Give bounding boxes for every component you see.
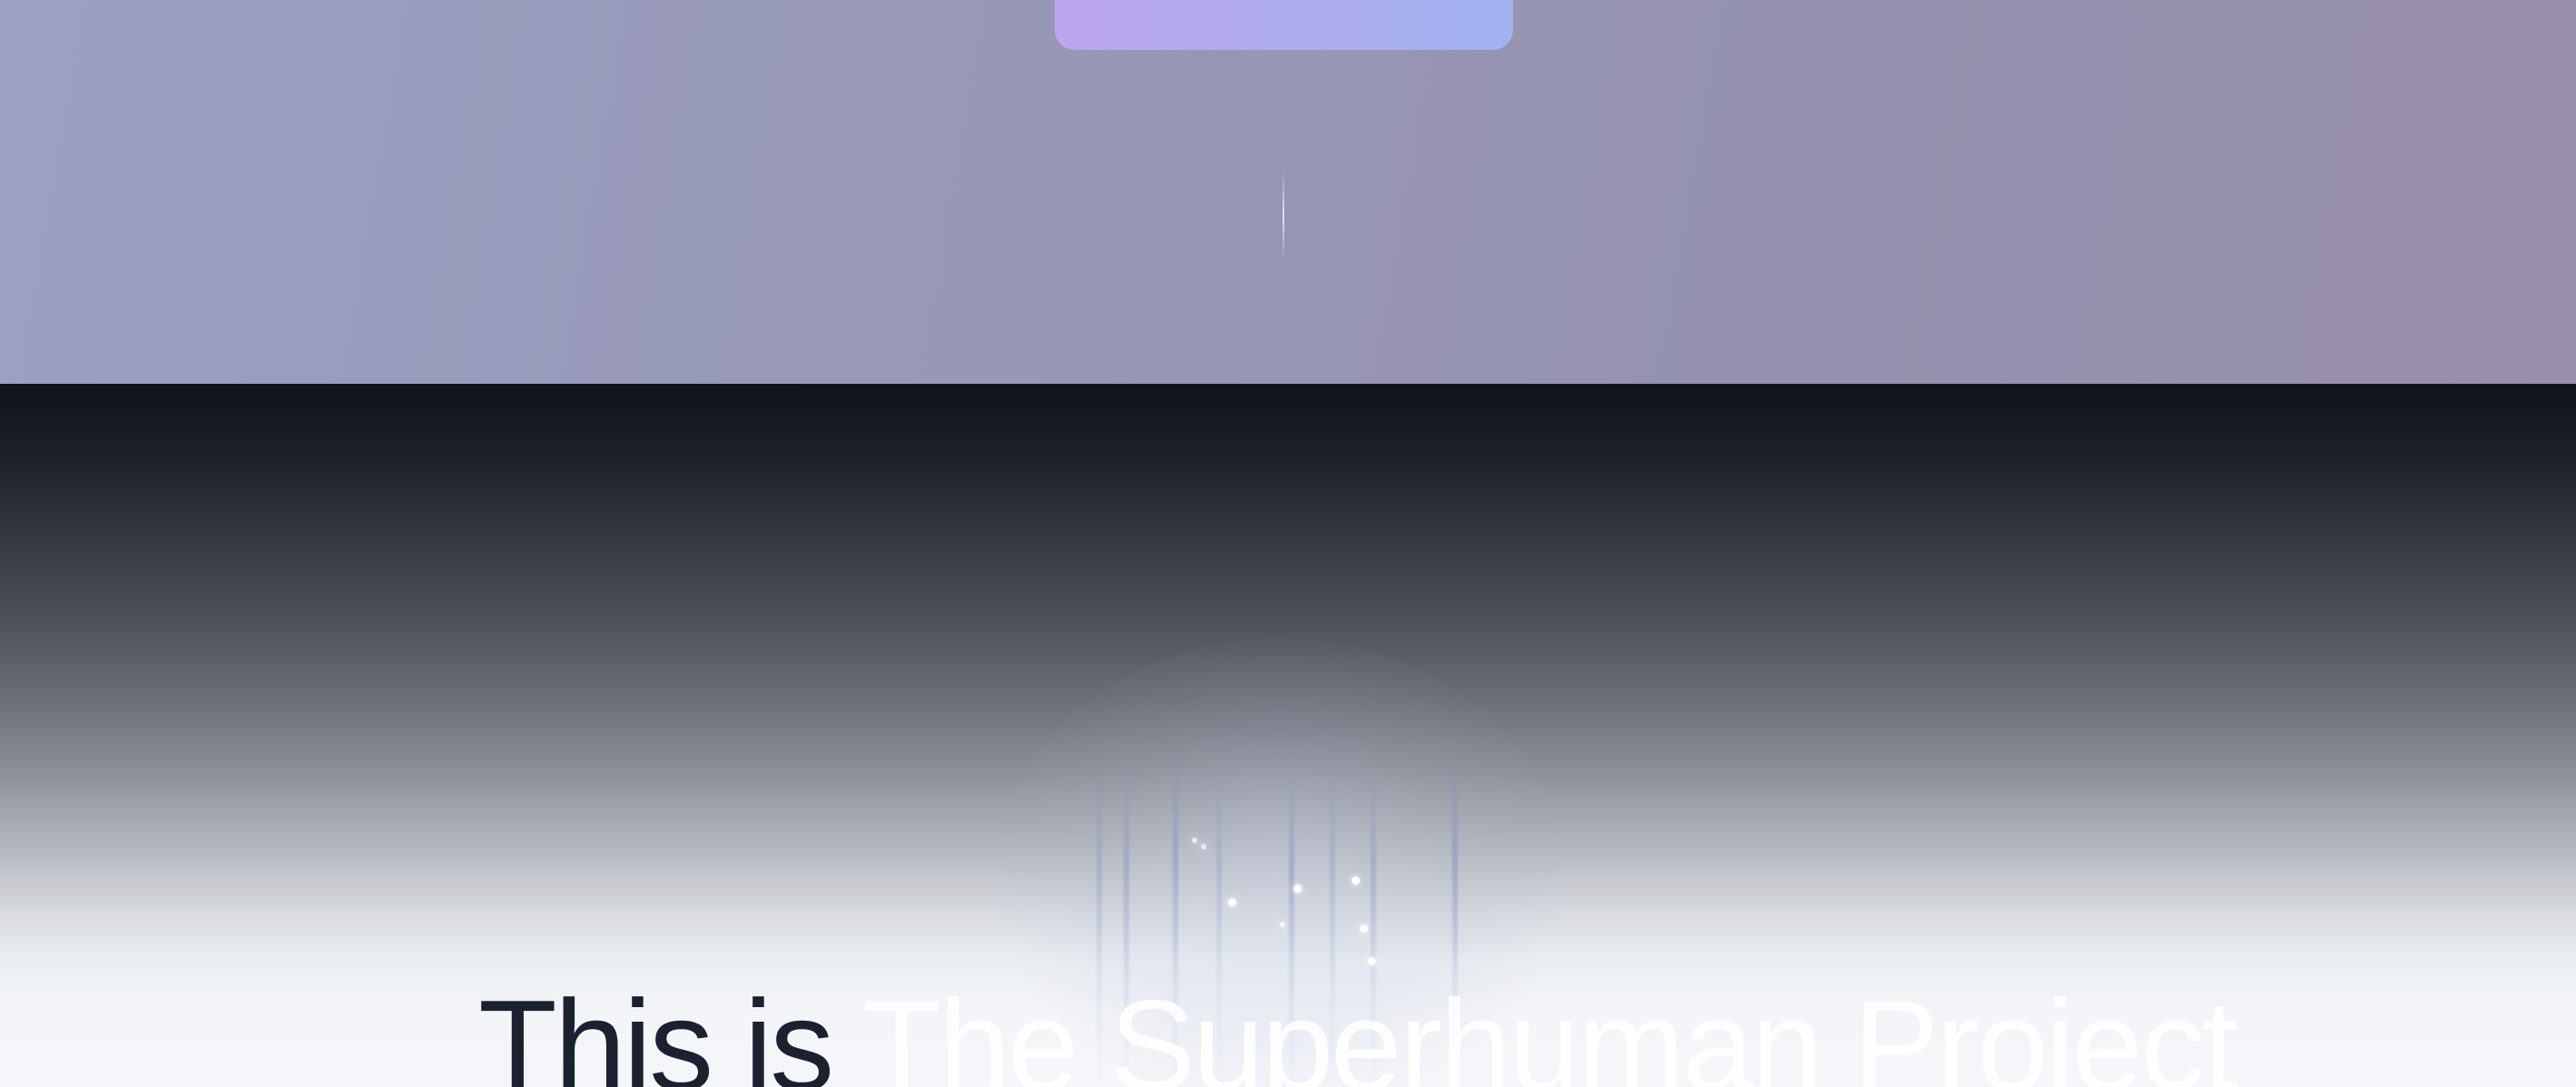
sparkle-particle — [1201, 844, 1206, 849]
headline-lead-text: This is — [478, 974, 834, 1087]
light-streak-decoration — [1283, 171, 1284, 260]
sparkle-particle — [1293, 885, 1302, 893]
headline-brand-text: The Superhuman Project — [862, 974, 2238, 1087]
landing-page: This is The Superhuman Project — [0, 0, 2576, 1087]
sparkle-particle — [1352, 876, 1360, 885]
sparkle-particle — [1192, 837, 1197, 843]
hero-headline: This is The Superhuman Project — [478, 982, 2238, 1087]
sparkle-particle — [1368, 957, 1376, 965]
gradient-card — [1055, 0, 1513, 50]
sparkle-particle — [1228, 898, 1236, 906]
sparkle-particle — [1280, 922, 1285, 927]
intro-section: This is The Superhuman Project — [0, 384, 2576, 1087]
top-hero-section — [0, 0, 2576, 384]
sparkle-particle — [1360, 925, 1368, 933]
